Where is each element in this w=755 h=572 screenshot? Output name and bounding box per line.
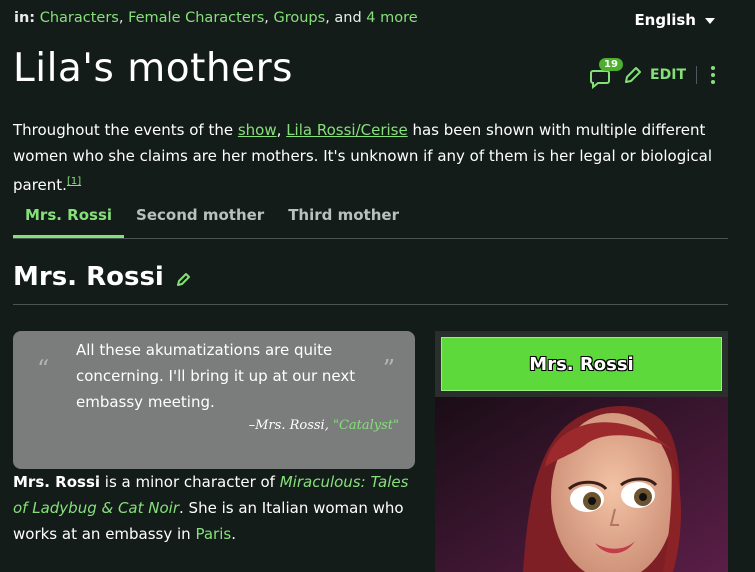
category-more-link[interactable]: 4 more <box>366 10 417 26</box>
comments-button[interactable]: 19 <box>589 58 623 90</box>
tab-mrs-rossi[interactable]: Mrs. Rossi <box>13 196 125 238</box>
language-selector[interactable]: English <box>634 11 715 29</box>
lila-rossi-link[interactable]: Lila Rossi/Cerise <box>286 121 408 139</box>
close-quote-icon: ” <box>382 355 395 383</box>
category-bar: in: Characters, Female Characters, Group… <box>14 10 418 26</box>
infobox-title: Mrs. Rossi <box>441 337 722 391</box>
paris-link[interactable]: Paris <box>195 525 231 543</box>
tab-third-mother[interactable]: Third mother <box>276 196 411 238</box>
tab-second-mother[interactable]: Second mother <box>124 196 276 238</box>
section-title-text: Mrs. Rossi <box>13 262 164 292</box>
category-link-female-characters[interactable]: Female Characters <box>128 10 264 26</box>
description-paragraph: Mrs. Rossi is a minor character of Mirac… <box>13 473 409 543</box>
action-divider <box>696 66 697 84</box>
intro-paragraph: Throughout the events of the show, Lila … <box>13 121 712 194</box>
edit-button[interactable]: EDIT <box>623 65 686 85</box>
section-heading: Mrs. Rossi <box>13 262 192 292</box>
section-divider <box>13 304 728 305</box>
episode-link[interactable]: "Catalyst" <box>333 418 399 433</box>
open-quote-icon: “ <box>37 355 50 383</box>
category-link-characters[interactable]: Characters <box>40 10 119 26</box>
quote-text: All these akumatizations are quite conce… <box>76 341 356 411</box>
infobox: Mrs. Rossi <box>435 331 728 572</box>
edit-label: EDIT <box>650 67 686 83</box>
chevron-down-icon <box>705 17 715 24</box>
language-label: English <box>634 11 696 29</box>
more-options-icon[interactable] <box>711 66 715 84</box>
character-name: Mrs. Rossi <box>13 473 101 491</box>
tab-bar: Mrs. Rossi Second mother Third mother <box>13 196 728 239</box>
comment-count-badge: 19 <box>599 58 623 71</box>
character-portrait[interactable] <box>435 397 728 572</box>
category-prefix: in: <box>14 10 36 26</box>
section-edit-icon[interactable] <box>176 271 192 287</box>
reference-link[interactable]: [1] <box>67 176 81 187</box>
show-link[interactable]: show <box>238 121 277 139</box>
page-actions: 19 EDIT <box>589 58 715 92</box>
quote-box: “ ” All these akumatizations are quite c… <box>13 331 415 469</box>
category-link-groups[interactable]: Groups <box>273 10 325 26</box>
comment-icon <box>590 70 611 90</box>
pencil-icon <box>625 67 642 83</box>
quote-citation: –Mrs. Rossi, "Catalyst" <box>248 418 399 433</box>
page-title: Lila's mothers <box>13 46 293 91</box>
